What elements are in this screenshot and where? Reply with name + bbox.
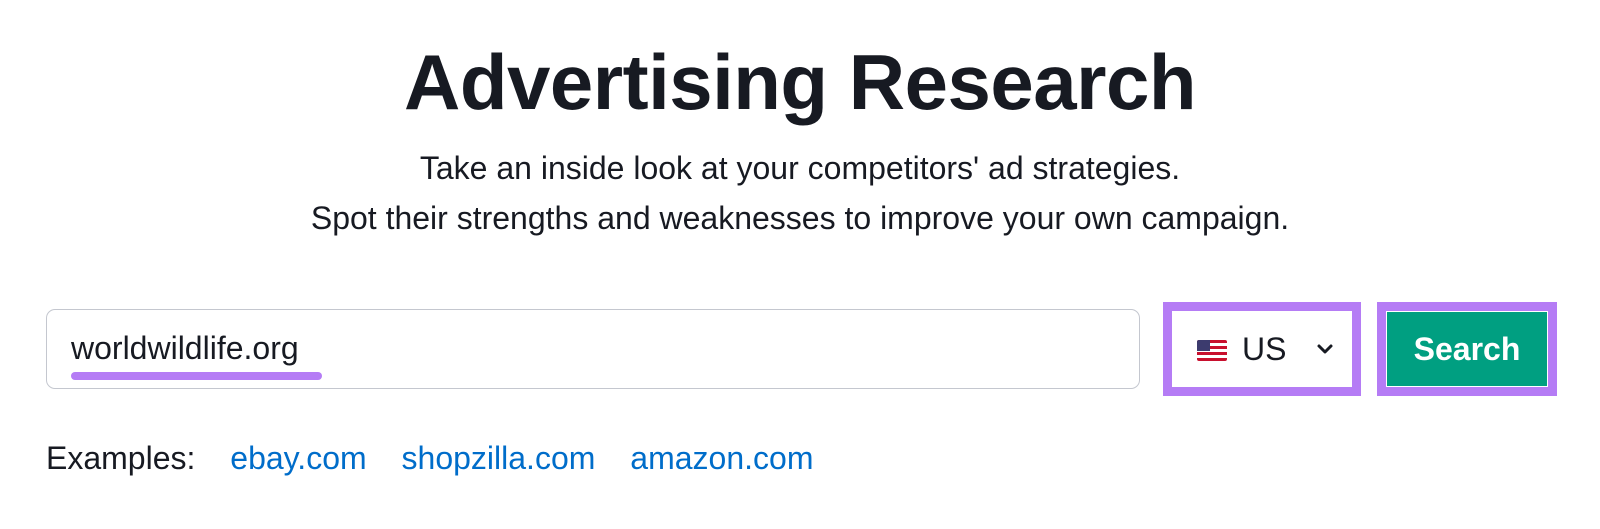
page-title: Advertising Research — [404, 38, 1196, 126]
example-link-amazon[interactable]: amazon.com — [630, 440, 813, 476]
domain-search-input[interactable]: worldwildlife.org — [46, 309, 1140, 389]
database-select-value: US — [1242, 331, 1287, 367]
domain-search-input-value[interactable]: worldwildlife.org — [71, 328, 299, 368]
example-link-ebay[interactable]: ebay.com — [230, 440, 366, 476]
example-link-shopzilla[interactable]: shopzilla.com — [402, 440, 596, 476]
page-subtitle-line-2: Spot their strengths and weaknesses to i… — [310, 200, 1290, 236]
us-flag-icon — [1197, 340, 1227, 361]
examples-label: Examples: — [46, 440, 196, 476]
input-value-highlight-underline — [71, 372, 322, 380]
page-subtitle-line-1: Take an inside look at your competitors'… — [419, 150, 1181, 186]
database-select[interactable]: US — [1163, 302, 1361, 396]
chevron-down-icon — [1317, 344, 1333, 354]
search-button-highlight: Search — [1377, 302, 1557, 396]
search-button[interactable]: Search — [1387, 312, 1547, 386]
examples-row: Examples: ebay.com shopzilla.com amazon.… — [46, 436, 839, 480]
